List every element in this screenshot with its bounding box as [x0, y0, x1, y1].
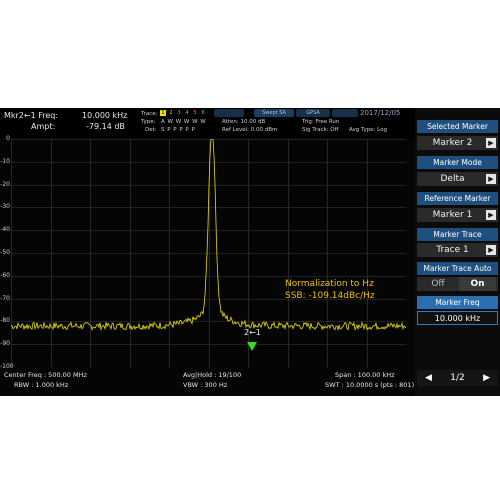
reference-marker-select[interactable]: Marker 1 ▶	[417, 208, 498, 222]
marker-ampt-value: -79.14 dB	[86, 122, 125, 131]
status-header: Mkr2←1 Freq: 10.000 kHz Ampt: -79.14 dB …	[0, 108, 415, 138]
y-tick-label: -80	[0, 317, 10, 324]
y-tick-label: 0	[6, 135, 10, 142]
date-label: 2017/12/05	[360, 109, 401, 117]
tab-gpsa[interactable]: GPSA	[296, 109, 330, 117]
y-tick-label: -10	[0, 158, 10, 165]
marker-trace-value: Trace 1	[436, 245, 469, 255]
marker-mode-title: Marker Mode	[417, 156, 498, 169]
selected-marker-title: Selected Marker	[417, 120, 498, 133]
rbw-label[interactable]: RBW : 1.000 kHz	[14, 381, 68, 390]
avg-type-label: Avg Type: Log	[349, 127, 387, 133]
ref-level-label: Ref Level: 0.00 dBm	[222, 127, 278, 133]
ssb-annotation: SSB: -109.14dBc/Hz	[285, 291, 375, 301]
tab-swept-sa[interactable]: Swept SA	[254, 109, 294, 117]
trace-4-box[interactable]: 4	[184, 110, 190, 116]
marker-2-label: 2←1	[244, 328, 261, 337]
y-tick-label: -90	[0, 340, 10, 347]
marker-freq-input[interactable]: 10.000 kHz	[417, 311, 498, 325]
trace-5-box[interactable]: 5	[192, 110, 198, 116]
spectrum-graph	[11, 139, 406, 367]
tab-extra[interactable]	[332, 109, 358, 117]
marker-freq-label: Mkr2←1 Freq:	[4, 111, 59, 120]
chevron-right-icon[interactable]: ▶	[486, 174, 496, 184]
marker-trace-auto-title: Marker Trace Auto	[417, 262, 498, 275]
analyzer-screen: Mkr2←1 Freq: 10.000 kHz Ampt: -79.14 dB …	[0, 108, 500, 396]
status-footer: Center Freq : 500.00 MHz Avg|Hold : 19/1…	[0, 370, 415, 396]
spectrum-plot[interactable]: 0 -10 -20 -30 -40 -50 -60 -70 -80 -90 -100 Normali…	[0, 136, 406, 370]
tab-logo[interactable]	[214, 109, 244, 117]
normalization-annotation: Normalization to Hz	[285, 279, 374, 289]
vbw-label[interactable]: VBW : 300 Hz	[183, 381, 227, 390]
y-tick-label: -60	[0, 272, 10, 279]
center-freq-label[interactable]: Center Freq : 500.00 MHz	[4, 371, 87, 380]
marker-freq-value: 10.000 kHz	[82, 111, 128, 120]
trig-label: Trig: Free Run	[302, 119, 340, 125]
page-navigator: ◀ 1/2 ▶	[417, 370, 498, 386]
trace-2-box[interactable]: 2	[168, 110, 174, 116]
trace-label: Trace:	[141, 111, 158, 117]
marker-trace-auto-toggle[interactable]: Off On	[417, 277, 498, 291]
type-label: Type:	[141, 119, 156, 125]
trace-selector[interactable]: 123456	[160, 110, 208, 116]
y-tick-label: -50	[0, 249, 10, 256]
avg-hold-label: Avg|Hold : 19/100	[183, 371, 242, 379]
trace-6-box[interactable]: 6	[200, 110, 206, 116]
span-label[interactable]: Span : 100.00 kHz	[335, 371, 395, 380]
chevron-right-icon[interactable]: ▶	[486, 245, 496, 255]
y-tick-label: -20	[0, 181, 10, 188]
softkey-panel: Selected Marker Marker 2 ▶ Marker Mode D…	[415, 108, 500, 396]
atten-label: Atten: 10.00 dB	[222, 119, 266, 125]
marker-freq-title: Marker Freq	[417, 296, 498, 309]
toggle-off-option[interactable]: Off	[419, 277, 457, 291]
next-page-icon[interactable]: ▶	[483, 370, 490, 386]
marker-trace-title: Marker Trace	[417, 228, 498, 241]
marker-mode-value: Delta	[440, 174, 465, 184]
marker-mode-select[interactable]: Delta ▶	[417, 172, 498, 186]
swt-label[interactable]: SWT : 10.0000 s (pts : 801)	[325, 381, 414, 390]
chevron-right-icon[interactable]: ▶	[486, 210, 496, 220]
det-values: S P P P P P	[161, 127, 196, 133]
type-values: A W W W W W	[161, 119, 207, 125]
marker-trace-select[interactable]: Trace 1 ▶	[417, 243, 498, 257]
y-tick-label: -70	[0, 295, 10, 302]
y-tick-label: -30	[0, 203, 10, 210]
trace-3-box[interactable]: 3	[176, 110, 182, 116]
chevron-right-icon[interactable]: ▶	[486, 138, 496, 148]
toggle-on-option[interactable]: On	[459, 277, 496, 291]
plot-grid	[11, 139, 406, 367]
marker-ampt-label: Ampt:	[31, 122, 56, 131]
reference-marker-title: Reference Marker	[417, 192, 498, 205]
selected-marker-value: Marker 2	[432, 138, 473, 148]
selected-marker-select[interactable]: Marker 2 ▶	[417, 136, 498, 150]
sig-track-label: Sig Track: Off	[302, 127, 339, 133]
trace-1-box[interactable]: 1	[160, 110, 166, 116]
reference-marker-value: Marker 1	[432, 210, 473, 220]
det-label: Det:	[145, 127, 157, 133]
y-tick-label: -40	[0, 226, 10, 233]
